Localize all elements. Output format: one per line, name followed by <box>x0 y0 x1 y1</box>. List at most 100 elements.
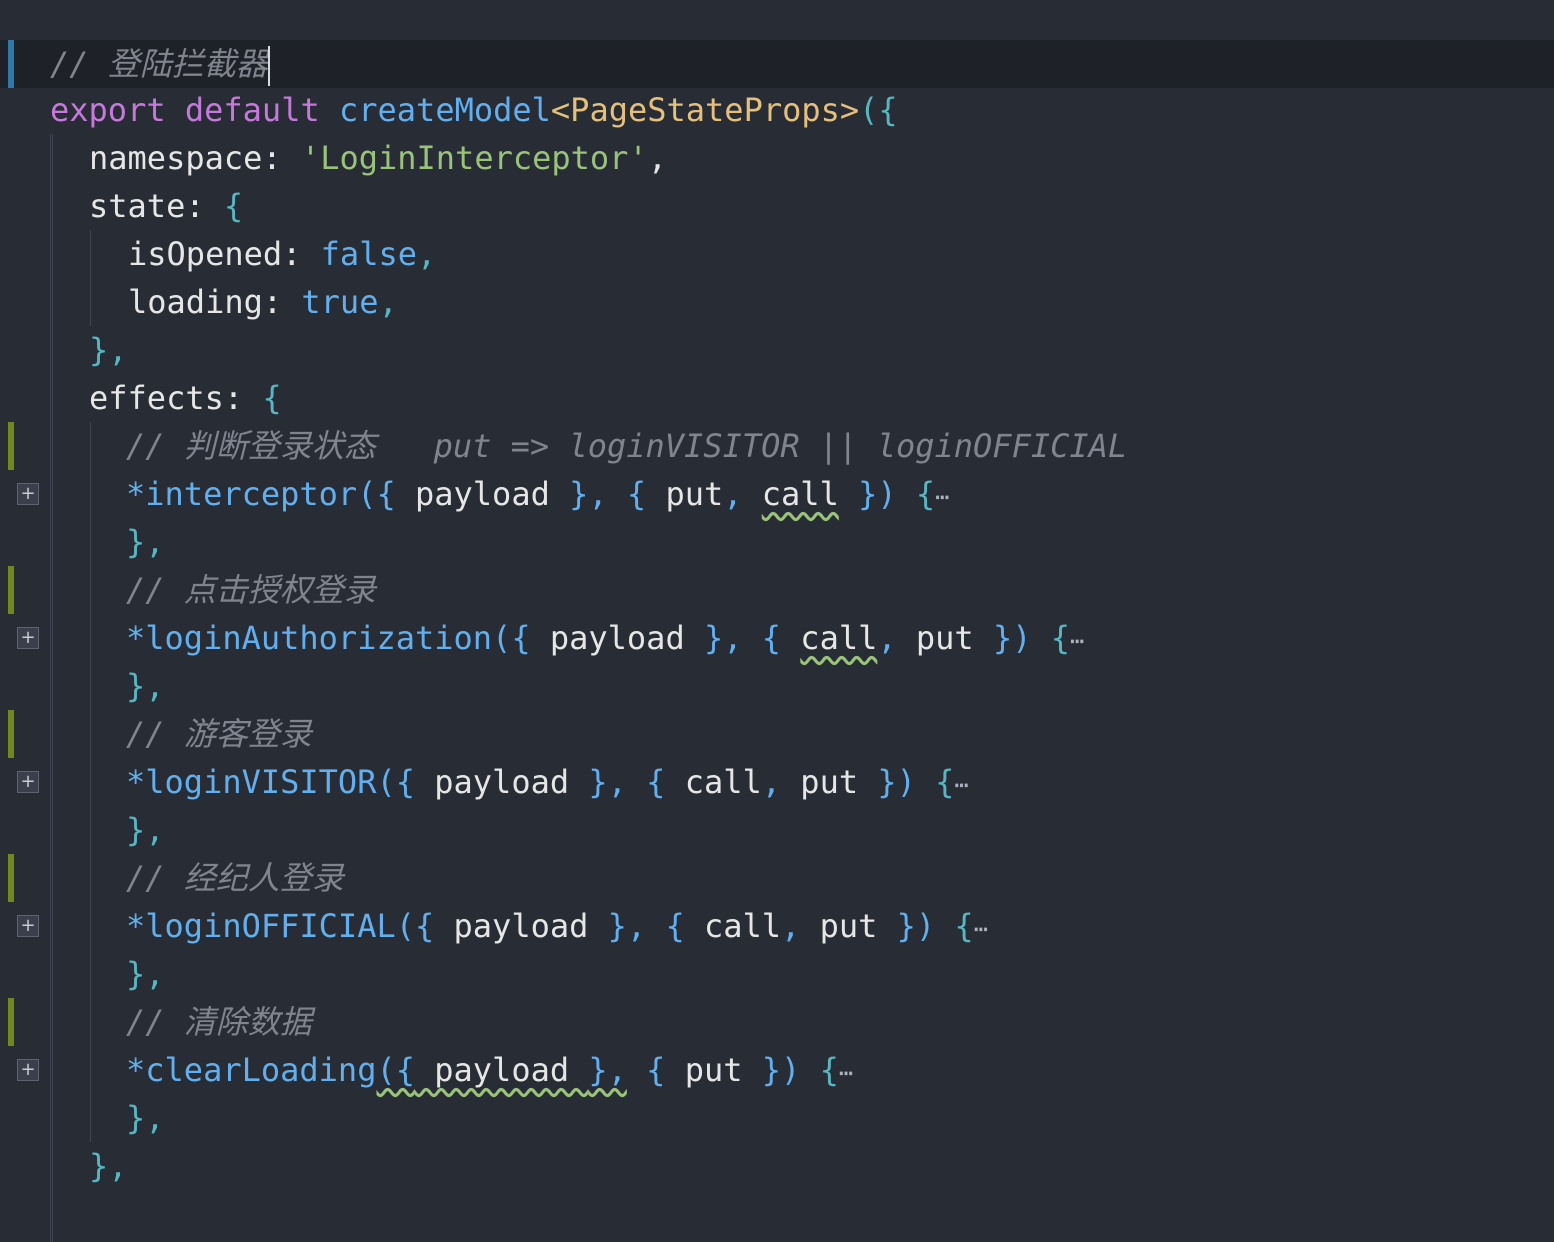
punctuation: , <box>761 763 801 801</box>
punctuation: }) <box>877 907 936 945</box>
code-line[interactable]: export default createModel<PageStateProp… <box>0 86 1554 134</box>
comment: // 判断登录状态 put => loginVISITOR || loginOF… <box>126 427 1128 465</box>
keyword: export <box>50 91 166 129</box>
type-name: PageStateProps <box>570 91 840 129</box>
generator-name: *loginVISITOR <box>126 763 377 801</box>
code-line[interactable]: // 游客登录 <box>0 710 1554 758</box>
punctuation: { <box>935 907 974 945</box>
code-line[interactable]: // 登陆拦截器 <box>0 40 1554 88</box>
fold-expand-button[interactable]: + <box>17 627 39 649</box>
code-line[interactable]: + *loginAuthorization({ payload }, { cal… <box>0 614 1554 662</box>
property-key: namespace: <box>89 139 282 177</box>
punctuation: { <box>800 1051 839 1089</box>
code-line[interactable]: }, <box>0 518 1554 566</box>
fold-expand-button[interactable]: + <box>17 915 39 937</box>
fold-expand-button[interactable]: + <box>17 771 39 793</box>
code-line[interactable]: isOpened: false, <box>0 230 1554 278</box>
punctuation: }, <box>607 907 647 945</box>
code-line[interactable]: // 经纪人登录 <box>0 854 1554 902</box>
punctuation: , <box>378 283 398 321</box>
code-line[interactable]: + *clearLoading({ payload }, { put }) {⋯ <box>0 1046 1554 1094</box>
punctuation: }, <box>703 619 743 657</box>
code-line[interactable]: }, <box>0 326 1554 374</box>
code-line[interactable]: + *loginVISITOR({ payload }, { call, put… <box>0 758 1554 806</box>
code-line[interactable]: }, <box>0 950 1554 998</box>
code-line[interactable]: effects: { <box>0 374 1554 422</box>
punctuation: }) <box>742 1051 801 1089</box>
parameter: put <box>665 475 724 513</box>
parameter: call <box>684 763 762 801</box>
code-line[interactable]: }, <box>0 662 1554 710</box>
code-line[interactable]: state: { <box>0 182 1554 230</box>
punctuation: }) <box>973 619 1032 657</box>
added-line-marker <box>8 710 14 758</box>
folded-ellipsis-icon[interactable]: ⋯ <box>954 771 968 799</box>
parameter-unused: payload <box>414 1051 589 1089</box>
punctuation: , <box>781 907 820 945</box>
punctuation: { <box>262 379 282 417</box>
function-name: createModel <box>338 91 551 129</box>
boolean-literal: false <box>320 235 417 273</box>
comment: // 点击授权登录 <box>126 571 376 609</box>
punctuation: ({ <box>376 763 415 801</box>
punctuation: }, <box>126 523 165 561</box>
code-line[interactable]: // 判断登录状态 put => loginVISITOR || loginOF… <box>0 422 1554 470</box>
generator-name: *interceptor <box>126 475 358 513</box>
fold-expand-button[interactable]: + <box>17 1059 39 1081</box>
punctuation: }, <box>569 475 608 513</box>
punctuation: }, <box>588 1051 627 1089</box>
code-line[interactable]: }, <box>0 1094 1554 1142</box>
punctuation: { <box>896 475 936 513</box>
punctuation: }, <box>126 1099 165 1137</box>
parameter: payload <box>434 907 608 945</box>
punctuation: ({ <box>376 1051 415 1089</box>
code-line[interactable]: + *loginOFFICIAL({ payload }, { call, pu… <box>0 902 1554 950</box>
punctuation: { <box>626 1051 685 1089</box>
parameter: put <box>800 763 859 801</box>
fold-expand-button[interactable]: + <box>17 483 39 505</box>
punctuation: ({ <box>395 907 435 945</box>
parameter: payload <box>395 475 570 513</box>
modified-line-marker <box>8 40 14 88</box>
code-line[interactable]: loading: true, <box>0 278 1554 326</box>
code-line[interactable]: // 清除数据 <box>0 998 1554 1046</box>
punctuation: ({ <box>357 475 396 513</box>
punctuation: { <box>915 763 955 801</box>
folded-ellipsis-icon[interactable]: ⋯ <box>974 915 988 943</box>
punctuation: , <box>416 235 437 273</box>
folded-ellipsis-icon[interactable]: ⋯ <box>1070 627 1084 655</box>
property-key: state: <box>89 187 205 225</box>
boolean-literal: true <box>301 283 379 321</box>
punctuation: }, <box>126 667 165 705</box>
generator-name: *clearLoading <box>126 1051 377 1089</box>
comment: // 经纪人登录 <box>126 859 344 897</box>
added-line-marker <box>8 998 14 1046</box>
code-line[interactable]: namespace: 'LoginInterceptor', <box>0 134 1554 182</box>
property-key: loading: <box>128 283 283 321</box>
added-line-marker <box>8 422 14 470</box>
parameter: put <box>819 907 878 945</box>
punctuation: { <box>626 763 685 801</box>
property-key: isOpened: <box>128 235 302 273</box>
code-line[interactable]: + *interceptor({ payload }, { put, call … <box>0 470 1554 518</box>
punctuation: { <box>646 907 704 945</box>
generator-name: *loginOFFICIAL <box>126 907 396 945</box>
punctuation: , <box>877 619 916 657</box>
punctuation: }) <box>838 475 897 513</box>
folded-ellipsis-icon[interactable]: ⋯ <box>839 1059 853 1087</box>
comment: // 清除数据 <box>126 1003 312 1041</box>
punctuation: ({ <box>492 619 531 657</box>
code-line[interactable]: }, <box>0 1142 1554 1190</box>
punctuation: { <box>223 187 244 225</box>
comment: // 登陆拦截器 <box>50 45 268 83</box>
parameter-unused: call <box>800 619 878 657</box>
added-line-marker <box>8 566 14 614</box>
punctuation: { <box>742 619 801 657</box>
code-editor[interactable]: // 登陆拦截器 export default createModel<Page… <box>0 0 1554 1242</box>
code-line[interactable]: }, <box>0 806 1554 854</box>
folded-ellipsis-icon[interactable]: ⋯ <box>935 483 949 511</box>
punctuation: }, <box>126 955 165 993</box>
text-cursor <box>267 46 270 86</box>
punctuation: { <box>607 475 666 513</box>
code-line[interactable]: // 点击授权登录 <box>0 566 1554 614</box>
